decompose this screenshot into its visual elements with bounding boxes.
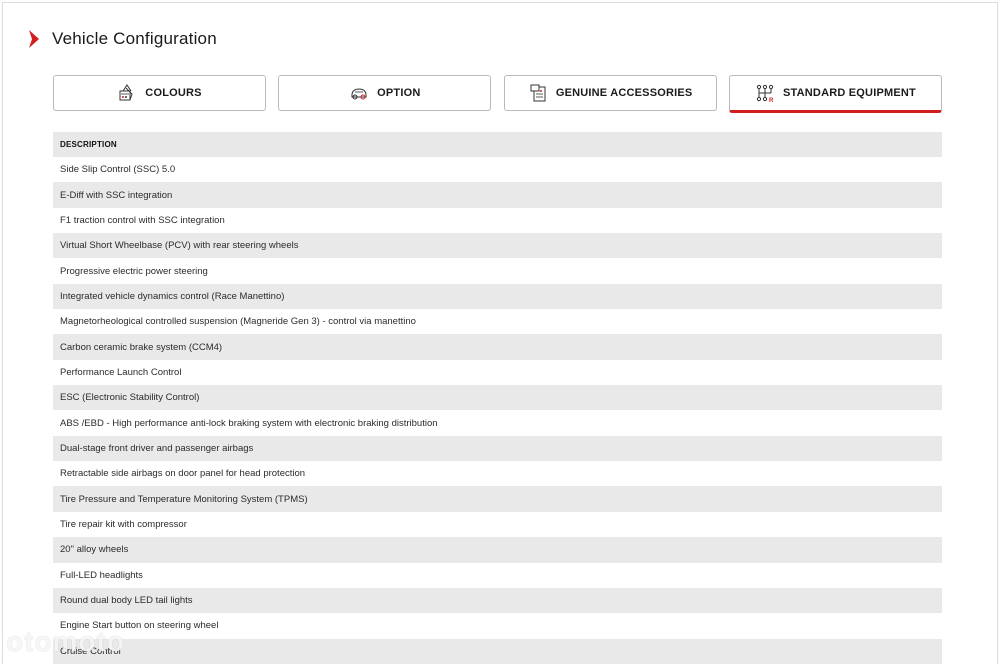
svg-text:R: R xyxy=(769,98,774,103)
tab-label: GENUINE ACCESSORIES xyxy=(555,87,693,99)
table-row: ABS /EBD - High performance anti-lock br… xyxy=(53,410,942,436)
page-title: Vehicle Configuration xyxy=(52,29,217,48)
table-row: 20" alloy wheels xyxy=(53,537,942,563)
tab-standard-equipment[interactable]: R STANDARD EQUIPMENT xyxy=(728,75,942,113)
table-row: Progressive electric power steering xyxy=(53,258,942,284)
equipment-table: DESCRIPTION Side Slip Control (SSC) 5.0 E… xyxy=(53,132,942,664)
table-row: Tire Pressure and Temperature Monitoring… xyxy=(53,486,942,512)
tab-label: STANDARD EQUIPMENT xyxy=(783,87,916,99)
colour-palette-icon xyxy=(117,83,137,103)
tab-label: OPTION xyxy=(377,87,421,99)
table-row: Round dual body LED tail lights xyxy=(53,587,942,614)
table-row: Performance Launch Control xyxy=(53,359,942,386)
table-row: Magnetorheological controlled suspension… xyxy=(53,309,942,335)
table-row: F1 traction control with SSC integration xyxy=(53,207,942,234)
table-row: Tire repair kit with compressor xyxy=(53,511,942,538)
table-row: Cruise Control xyxy=(53,638,942,664)
table-row: E-Diff with SSC integration xyxy=(53,182,942,208)
table-row: ESC (Electronic Stability Control) xyxy=(53,385,942,411)
table-row: Side Slip Control (SSC) 5.0 xyxy=(53,157,942,183)
tab-label: COLOURS xyxy=(145,87,202,99)
table-row: Carbon ceramic brake system (CCM4) xyxy=(53,334,942,360)
table-row: Retractable side airbags on door panel f… xyxy=(53,461,942,487)
tab-colours[interactable]: COLOURS xyxy=(53,75,266,111)
table-row: Virtual Short Wheelbase (PCV) with rear … xyxy=(53,233,942,259)
table-row: Integrated vehicle dynamics control (Rac… xyxy=(53,283,942,310)
table-header: DESCRIPTION xyxy=(53,132,942,157)
chevron-right-icon xyxy=(29,30,39,48)
gear-shift-icon: R xyxy=(755,83,775,103)
accessories-icon xyxy=(528,83,548,103)
tab-option[interactable]: OPTION xyxy=(278,75,492,111)
tab-bar: COLOURS OPTION GENUINE ACCESSORIES R STA… xyxy=(53,75,942,113)
section-header: Vehicle Configuration xyxy=(28,28,217,50)
table-row: Dual-stage front driver and passenger ai… xyxy=(53,435,942,462)
tab-genuine-accessories[interactable]: GENUINE ACCESSORIES xyxy=(503,75,717,111)
table-row: Full-LED headlights xyxy=(53,562,942,588)
table-body: Side Slip Control (SSC) 5.0 E-Diff with S… xyxy=(53,157,942,664)
option-car-icon xyxy=(349,83,369,103)
table-row: Engine Start button on steering wheel xyxy=(53,613,942,639)
